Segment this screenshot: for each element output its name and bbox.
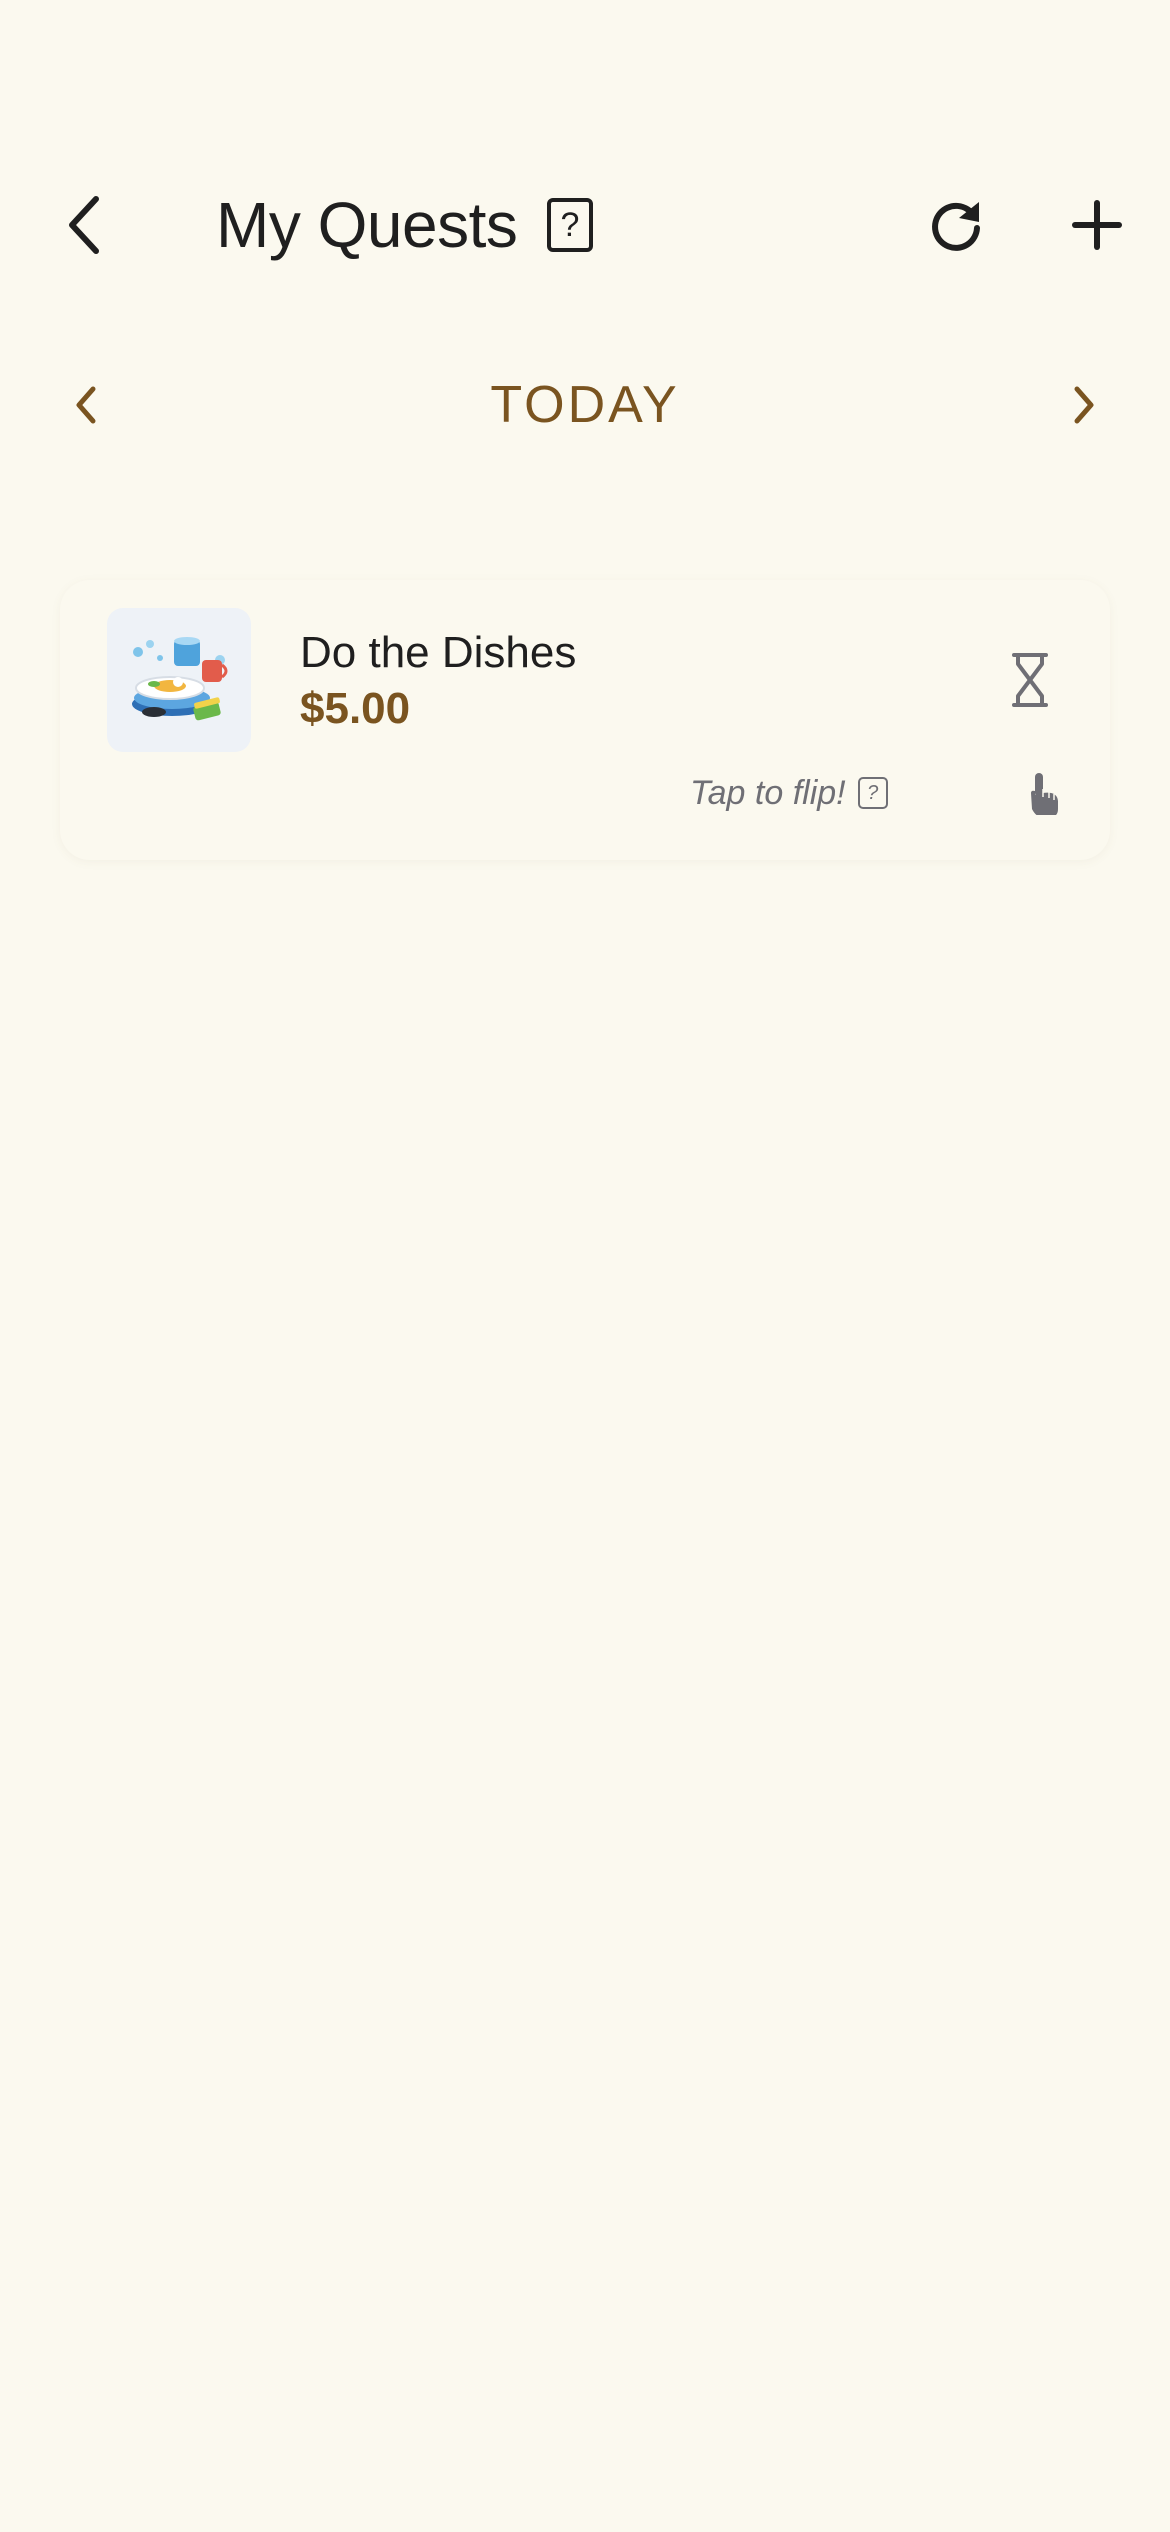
flip-hint-text: Tap to flip! <box>690 773 846 812</box>
dishes-icon <box>132 637 228 721</box>
day-label: TODAY <box>490 376 680 434</box>
quest-title: Do the Dishes <box>300 628 577 677</box>
quest-thumbnail <box>107 608 251 752</box>
plus-icon <box>1072 200 1122 250</box>
quest-status <box>995 645 1065 715</box>
back-button[interactable] <box>40 170 128 280</box>
flip-help-button[interactable]: ? <box>857 777 888 809</box>
flip-help-label: ? <box>867 781 879 804</box>
hourglass-icon <box>1012 653 1048 707</box>
tap-hand-icon <box>1031 773 1058 815</box>
flip-hint: Tap to flip! ? <box>690 768 888 818</box>
help-button[interactable]: ? <box>547 198 593 252</box>
chevron-right-icon <box>1074 386 1094 424</box>
page-title: My Quests <box>216 189 518 261</box>
quest-card[interactable]: Do the Dishes $5.00 Tap to flip! ? <box>60 580 1110 860</box>
add-quest-button[interactable] <box>1052 175 1142 275</box>
refresh-button[interactable] <box>912 175 1000 275</box>
refresh-icon <box>932 202 980 251</box>
help-label: ? <box>560 205 580 244</box>
tap-indicator <box>1018 765 1068 821</box>
previous-day-button[interactable] <box>50 365 120 445</box>
chevron-left-icon <box>76 386 96 424</box>
next-day-button[interactable] <box>1050 365 1120 445</box>
quest-reward: $5.00 <box>300 684 411 733</box>
chevron-left-icon <box>69 196 99 254</box>
